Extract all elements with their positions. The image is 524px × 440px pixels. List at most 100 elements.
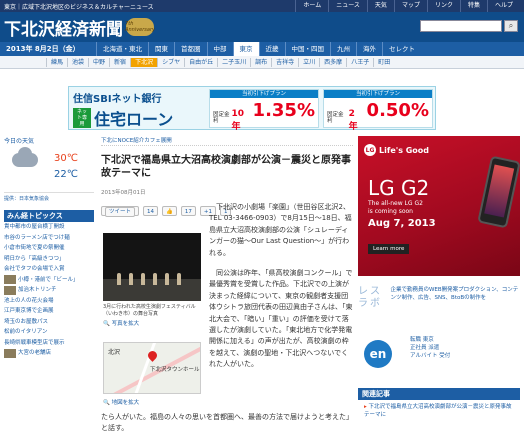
photo-enlarge-link[interactable]: 🔍 写真を拡大 <box>103 319 139 327</box>
area-tab-nerima[interactable]: 練馬 <box>46 57 67 67</box>
top-link-news[interactable]: ニュース <box>328 0 367 12</box>
en-ad-text[interactable]: 転職 東京 正社員 派遣 アルバイト 受付 <box>410 336 450 360</box>
topic-thumbnail[interactable] <box>4 275 16 285</box>
topic-thumbnail[interactable] <box>4 285 16 295</box>
region-tab-tokyo[interactable]: 東京 <box>232 42 259 56</box>
list-item[interactable]: 会社でタフの会場で入賞 <box>4 264 94 275</box>
area-tab-shimokitazawa[interactable]: 下北沢 <box>130 57 158 67</box>
list-item[interactable]: 小樽・港前で「ビール」 <box>4 275 94 286</box>
offer-heading: 当初引下げプラン <box>210 90 318 98</box>
area-tab-ikebukuro[interactable]: 池袋 <box>67 57 88 67</box>
region-tab-chubu[interactable]: 中部 <box>206 42 233 56</box>
area-tab-shibuya[interactable]: シブヤ <box>157 57 184 67</box>
area-tab-jiyugaoka[interactable]: 自由が丘 <box>184 57 217 67</box>
tweet-button[interactable]: ツイート <box>101 206 140 217</box>
region-tab-kyushu[interactable]: 九州 <box>330 42 356 56</box>
topic-link[interactable]: 江戸東京博で企画展 <box>4 306 54 317</box>
area-tab-hachioji[interactable]: 八王子 <box>346 57 373 67</box>
list-item[interactable]: 加治木トリンチ <box>4 285 94 296</box>
region-tabs: 北海道・東北 関東 首都圏 中部 東京 近畿 中国・四国 九州 海外 セレクト <box>96 42 421 56</box>
list-item[interactable]: 松前のイタリアン <box>4 327 94 338</box>
area-tab-machida[interactable]: 町田 <box>373 57 394 67</box>
topic-link[interactable]: 長崎県戦車模型店で展示 <box>4 338 65 349</box>
area-tab-chofu[interactable]: 調布 <box>250 57 271 67</box>
lg-ad[interactable]: LG Life's Good LG G2 The all-new LG G2 is… <box>358 136 520 276</box>
list-item[interactable]: 明日から「高級きつつ」 <box>4 254 94 265</box>
location-map[interactable]: 北沢 下北沢タウンホール <box>103 342 201 394</box>
area-tab-futakotamagawa[interactable]: 二子玉川 <box>217 57 250 67</box>
area-tab-nishitama[interactable]: 西多摩 <box>319 57 346 67</box>
topic-link[interactable]: 池上の人の花火会場 <box>4 296 54 307</box>
top-link-map[interactable]: マップ <box>393 0 427 12</box>
article-date: 2013年08月01日 <box>101 190 146 196</box>
map-enlarge-link[interactable]: 🔍 地図を拡大 <box>103 398 139 406</box>
lg-tagline-2: is coming soon <box>368 208 413 215</box>
topic-link[interactable]: 小倉市街地で夏の祭開催 <box>4 243 65 254</box>
loan-product: ネット専用 住宅ローン <box>73 106 223 130</box>
area-tab-shinjuku[interactable]: 新宿 <box>109 57 130 67</box>
offer-rate: 1.35% <box>252 100 315 121</box>
loan-product-name: 住宅ローン <box>94 110 174 129</box>
rebo-text[interactable]: 企業で勤務員のWEB開発案プロダクション、コンテンツ制作、広告、SNS、BtoB… <box>390 286 520 302</box>
search-icon[interactable]: ⌕ <box>504 20 518 32</box>
top-link-feature[interactable]: 特集 <box>459 0 487 12</box>
list-item[interactable]: 埼玉のお屋敷パス <box>4 317 94 328</box>
breadcrumb[interactable]: 下北にNOCE紹介カフェ展開 <box>101 136 353 146</box>
en-ad[interactable]: en 転職 東京 正社員 派遣 アルバイト 受付 <box>358 336 450 368</box>
top-link-links[interactable]: リンク <box>426 0 460 12</box>
area-tab-kichijoji[interactable]: 吉祥寺 <box>271 57 298 67</box>
topic-link[interactable]: 松前のイタリアン <box>4 327 48 338</box>
article-photo[interactable] <box>103 233 201 301</box>
top-links: ホーム ニュース 天気 マップ リンク 特集 ヘルプ <box>295 0 520 12</box>
list-item[interactable]: 池上の人の花火会場 <box>4 296 94 307</box>
region-tab-kanto[interactable]: 関東 <box>148 42 174 56</box>
list-item[interactable]: 小倉市街地で夏の祭開催 <box>4 243 94 254</box>
top-link-home[interactable]: ホーム <box>295 0 328 12</box>
topic-link[interactable]: 明日から「高級きつつ」 <box>4 254 65 265</box>
list-item[interactable]: 市谷のラーメン店でつけ麺 <box>4 233 94 244</box>
related-link[interactable]: 下北沢で福島県立大沼高校演劇部が公演－震災と原発事故テーマに <box>358 400 520 419</box>
topic-link[interactable]: 市谷のラーメン店でつけ麺 <box>4 233 70 244</box>
en-logo-icon: en <box>364 340 392 368</box>
topic-link[interactable]: 貴中都市の屋台横丁開設 <box>4 222 65 233</box>
list-item[interactable]: 大宮の老舗店 <box>4 348 94 359</box>
weather-credit[interactable]: 提供：日本気象協会 <box>4 195 94 202</box>
search-input[interactable] <box>420 20 502 32</box>
topic-thumbnail[interactable] <box>4 348 16 358</box>
region-tab-hokkaido[interactable]: 北海道・東北 <box>96 42 148 56</box>
topic-link[interactable]: 埼玉のお屋敷パス <box>4 317 48 328</box>
top-bar: 東京｜広域下北沢地区のビジネス＆カルチャーニュース ホーム ニュース 天気 マッ… <box>0 0 524 12</box>
region-nav: 2013年 8月2日（金） 北海道・東北 関東 首都圏 中部 東京 近畿 中国・… <box>0 42 524 56</box>
article-paragraph: 同公演は昨年、「県高校演劇コンクール」で最優秀賞を受賞した作品。下北沢での上演が… <box>209 269 353 369</box>
rebo-ad[interactable]: レスラボ 企業で勤務員のWEB開発案プロダクション、コンテンツ制作、広告、SNS… <box>358 286 520 326</box>
offer-row: 固定金利 2年 0.50% <box>324 98 432 134</box>
list-item[interactable]: 貴中都市の屋台横丁開設 <box>4 222 94 233</box>
top-link-help[interactable]: ヘルプ <box>486 0 520 12</box>
region-tab-shutoken[interactable]: 首都圏 <box>174 42 207 56</box>
weather-title: 今日の天気 <box>4 138 35 145</box>
region-tab-select[interactable]: セレクト <box>382 42 421 56</box>
list-item[interactable]: 江戸東京博で企画展 <box>4 306 94 317</box>
topic-link[interactable]: 小樽・港前で「ビール」 <box>18 275 79 286</box>
loan-ad-banner[interactable]: 住信SBIネット銀行 ネット専用 住宅ローン 当初引下げプラン 固定金利 10年… <box>68 86 436 132</box>
region-tab-kinki[interactable]: 近畿 <box>258 42 285 56</box>
region-tab-overseas[interactable]: 海外 <box>356 42 382 56</box>
topic-link[interactable]: 加治木トリンチ <box>18 285 57 296</box>
topics-list: 貴中都市の屋台横丁開設 市谷のラーメン店でつけ麺 小倉市街地で夏の祭開催 明日か… <box>4 222 94 359</box>
topic-link[interactable]: 会社でタフの会場で入賞 <box>4 264 65 275</box>
site-logo[interactable]: 下北沢経済新聞 <box>4 15 123 40</box>
page-frame: 東京｜広域下北沢地区のビジネス＆カルチャーニュース ホーム ニュース 天気 マッ… <box>0 0 524 440</box>
region-tab-chugoku[interactable]: 中国・四国 <box>284 42 331 56</box>
en-ad-line: 正社員 派遣 <box>410 345 440 351</box>
like-button[interactable]: 👍 <box>162 206 177 216</box>
lg-logo: LG Life's Good <box>364 144 429 156</box>
offer-kind: 固定金利 <box>213 112 230 124</box>
area-tab-nakano[interactable]: 中野 <box>88 57 109 67</box>
area-tab-tachikawa[interactable]: 立川 <box>298 57 319 67</box>
offer-heading: 当初引下げプラン <box>324 90 432 98</box>
current-date: 2013年 8月2日（金） <box>0 44 96 54</box>
top-link-weather[interactable]: 天気 <box>366 0 394 12</box>
lg-learn-more-button[interactable]: Learn more <box>368 244 410 254</box>
list-item[interactable]: 長崎県戦車模型店で展示 <box>4 338 94 349</box>
topic-link[interactable]: 大宮の老舗店 <box>18 348 51 359</box>
